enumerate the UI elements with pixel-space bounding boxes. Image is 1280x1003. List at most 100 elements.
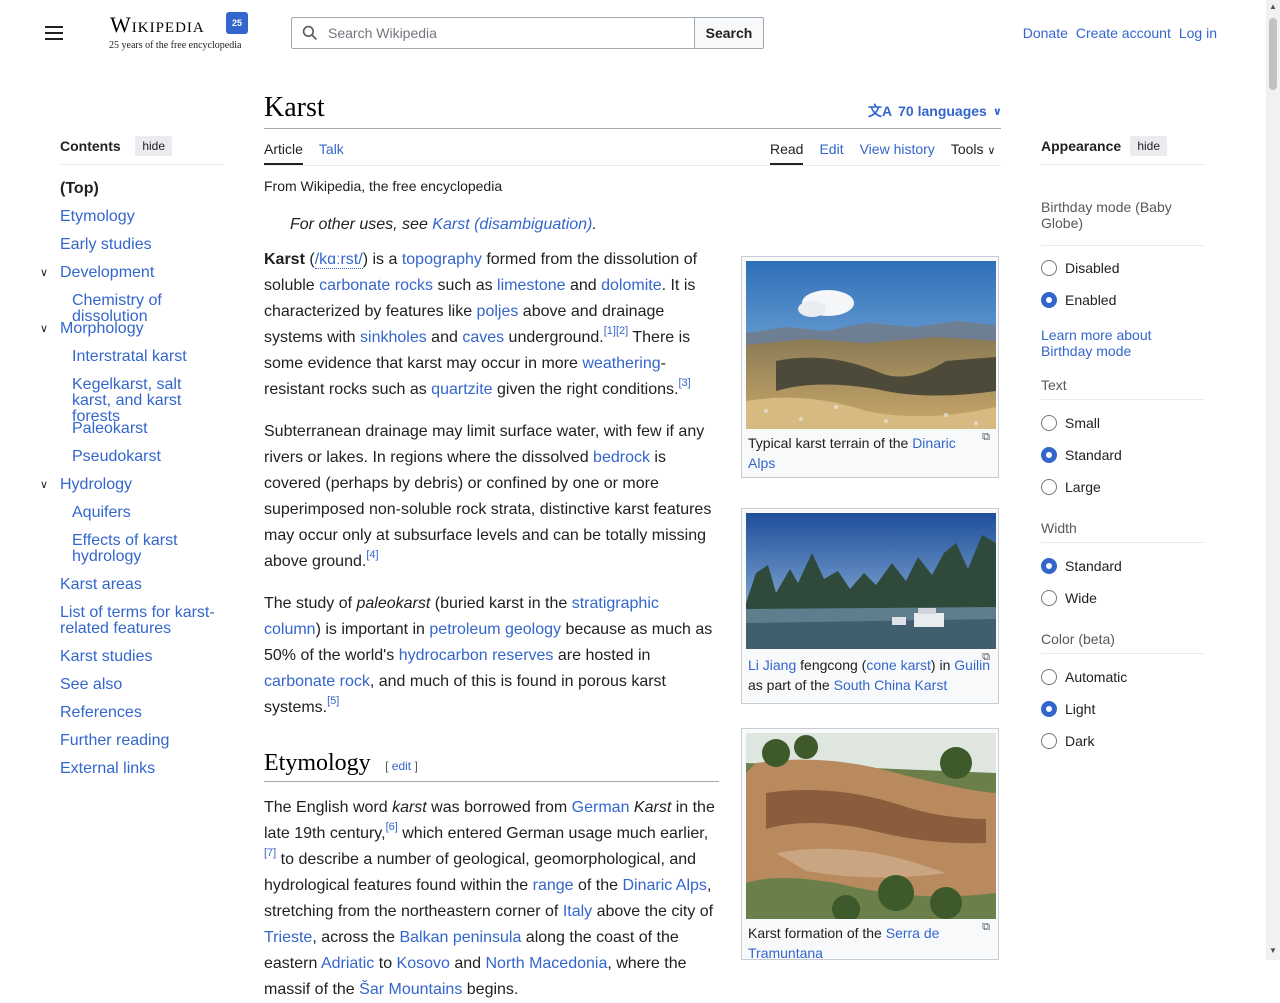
citation-7[interactable]: [7] [264,847,276,859]
search-box[interactable] [291,17,695,49]
scroll-down-arrow-icon[interactable]: ▼ [1269,946,1277,955]
search-icon [302,25,317,40]
citation-6[interactable]: [6] [386,821,398,833]
link-weathering[interactable]: weathering [582,355,660,372]
radio-color-dark[interactable]: Dark [1041,733,1095,749]
toc-item-morphology[interactable]: Morphology [60,320,144,337]
toc-item-top[interactable]: (Top) [60,181,224,197]
link-trieste[interactable]: Trieste [264,929,312,946]
citation-4[interactable]: [4] [366,549,378,561]
language-button[interactable]: 文A 70 languages ∨ [868,101,1002,121]
radio-width-wide[interactable]: Wide [1041,590,1097,606]
citation-1[interactable]: [1] [604,325,616,337]
birthday-mode-label: Birthday mode (Baby Globe) [1041,199,1172,231]
tab-read[interactable]: Read [770,141,804,165]
tab-talk[interactable]: Talk [319,141,344,165]
chevron-down-icon[interactable]: ∨ [40,477,48,493]
toc-item-karst-areas[interactable]: Karst areas [60,577,224,593]
link-quartzite[interactable]: quartzite [431,381,492,398]
link-balkan-peninsula[interactable]: Balkan peninsula [399,929,521,946]
hatnote-link[interactable]: Karst (disambiguation) [432,216,592,233]
toc-item-hydrology[interactable]: Hydrology [60,476,132,493]
page-scrollbar[interactable]: ▲ ▼ [1266,0,1280,960]
radio-circle [1041,669,1057,685]
toc-hide-button[interactable]: hide [135,136,172,156]
radio-birthday-disabled[interactable]: Disabled [1041,260,1119,276]
log-in-link[interactable]: Log in [1179,25,1217,41]
scroll-up-arrow-icon[interactable]: ▲ [1269,2,1277,11]
link-petroleum-geology[interactable]: petroleum geology [429,621,561,638]
link-hydrocarbon-reserves[interactable]: hydrocarbon reserves [399,647,554,664]
main-menu-button[interactable] [36,20,72,46]
radio-text-large[interactable]: Large [1041,479,1101,495]
citation-2[interactable]: [2] [616,325,628,337]
link-limestone[interactable]: limestone [497,277,565,294]
tab-article[interactable]: Article [264,141,303,165]
search-input[interactable] [326,24,680,42]
radio-birthday-enabled[interactable]: Enabled [1041,292,1116,308]
toc-item-paleokarst[interactable]: Paleokarst [72,421,224,437]
toc-item-effects-of-karst-hydrology[interactable]: Effects of karst hydrology [72,533,224,565]
link-sinkholes[interactable]: sinkholes [360,329,427,346]
radio-width-standard[interactable]: Standard [1041,558,1122,574]
tools-dropdown[interactable]: Tools ∨ [951,141,996,165]
toc-item-interstratal-karst[interactable]: Interstratal karst [72,349,224,365]
link-caves[interactable]: caves [462,329,504,346]
birthday-learn-more-link[interactable]: Learn more about Birthday mode [1041,327,1191,359]
toc-item-see-also[interactable]: See also [60,677,224,693]
toc-item-karst-studies[interactable]: Karst studies [60,649,224,665]
link-adriatic[interactable]: Adriatic [321,955,374,972]
create-account-link[interactable]: Create account [1076,25,1171,41]
karst-formation-image[interactable] [746,733,996,919]
link-south-china-karst[interactable]: South China Karst [834,677,948,693]
radio-text-small[interactable]: Small [1041,415,1100,431]
cone-karst-image[interactable] [746,513,996,649]
link-sar-mountains[interactable]: Šar Mountains [359,981,462,998]
donate-link[interactable]: Donate [1023,25,1068,41]
radio-color-automatic[interactable]: Automatic [1041,669,1127,685]
link-german[interactable]: German [572,799,630,816]
link-bedrock[interactable]: bedrock [593,449,650,466]
ipa-link[interactable]: /kɑːrst/ [314,251,363,269]
chevron-down-icon[interactable]: ∨ [40,321,48,337]
link-dolomite[interactable]: dolomite [601,277,661,294]
wikipedia-logo[interactable]: Wikipedia 25 25 years of the free encycl… [104,10,254,56]
citation-5[interactable]: [5] [327,695,339,707]
link-dinaric-alps[interactable]: Dinaric Alps [622,877,706,894]
radio-text-standard[interactable]: Standard [1041,447,1122,463]
enlarge-icon[interactable]: ⧉ [982,921,990,934]
toc-item-kegelkarst[interactable]: Kegelkarst, salt karst, and karst forest… [72,377,224,425]
citation-3[interactable]: [3] [678,377,690,389]
tab-edit[interactable]: Edit [819,141,843,165]
link-poljes[interactable]: poljes [477,303,519,320]
link-carbonate-rocks[interactable]: carbonate rocks [319,277,433,294]
link-range[interactable]: range [533,877,574,894]
toc-item-external-links[interactable]: External links [60,761,224,777]
scrollbar-thumb[interactable] [1269,18,1277,90]
hatnote-suffix: . [592,216,597,233]
toc-item-references[interactable]: References [60,705,224,721]
chevron-down-icon[interactable]: ∨ [40,265,48,281]
appearance-hide-button[interactable]: hide [1130,136,1167,156]
search-button[interactable]: Search [694,17,764,49]
link-li-jiang[interactable]: Li Jiang [748,657,796,673]
toc-item-etymology[interactable]: Etymology [60,209,224,225]
section-edit-link[interactable]: edit [392,759,411,773]
link-north-macedonia[interactable]: North Macedonia [486,955,608,972]
toc-item-further-reading[interactable]: Further reading [60,733,224,749]
link-carbonate-rock[interactable]: carbonate rock [264,673,370,690]
link-kosovo[interactable]: Kosovo [397,955,450,972]
link-topography[interactable]: topography [402,251,482,268]
toc-item-list-of-terms[interactable]: List of terms for karst-related features [60,605,224,637]
radio-color-light[interactable]: Light [1041,701,1095,717]
link-cone-karst[interactable]: cone karst [866,657,931,673]
enlarge-icon[interactable]: ⧉ [982,651,990,664]
toc-item-aquifers[interactable]: Aquifers [72,505,224,521]
link-italy[interactable]: Italy [563,903,592,920]
toc-item-pseudokarst[interactable]: Pseudokarst [72,449,224,465]
toc-item-early-studies[interactable]: Early studies [60,237,224,253]
toc-item-development[interactable]: Development [60,264,154,281]
karst-terrain-image[interactable] [746,261,996,429]
enlarge-icon[interactable]: ⧉ [982,431,990,444]
tab-view-history[interactable]: View history [860,141,935,165]
